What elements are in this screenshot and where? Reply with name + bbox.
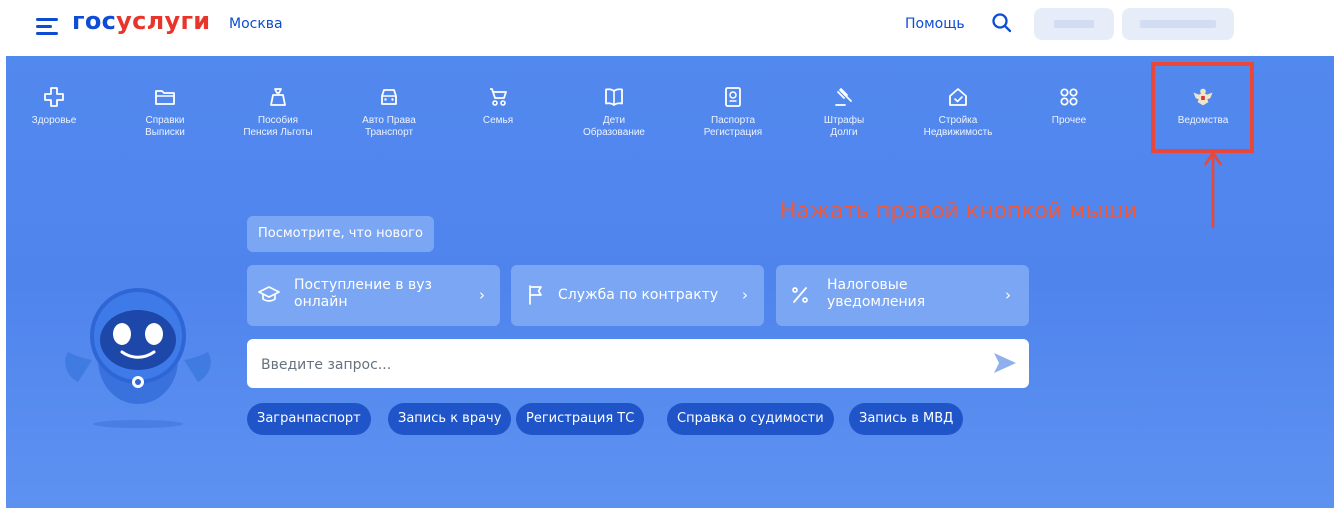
category-passports[interactable]: Паспорта Регистрация	[678, 85, 788, 139]
graduation-cap-icon	[258, 286, 280, 302]
annotation-text: Нажать правой кнопкой мыши	[780, 199, 1138, 224]
category-construction[interactable]: Стройка Недвижимость	[903, 85, 1013, 139]
flag-icon	[529, 285, 542, 305]
hero-banner: Здоровье Справки Выписки Пособия Пенсия …	[6, 56, 1334, 508]
quick-link-criminal-record[interactable]: Справка о судимости	[667, 403, 834, 435]
popular-card-label: Служба по контракту	[558, 287, 719, 303]
category-label: Пособия Пенсия Льготы	[243, 115, 313, 138]
blurred-user-button[interactable]	[1034, 8, 1114, 40]
stroller-icon	[490, 88, 507, 106]
book-icon	[605, 88, 623, 106]
category-children[interactable]: Дети Образование	[559, 85, 669, 139]
category-health[interactable]: Здоровье	[6, 85, 109, 127]
menu-icon[interactable]	[36, 16, 58, 36]
percent-icon	[792, 287, 808, 303]
chevron-right-icon: ›	[479, 286, 485, 304]
house-icon	[949, 88, 967, 106]
logo-text-uslugi: услуги	[116, 7, 211, 35]
category-documents[interactable]: Справки Выписки	[110, 85, 220, 139]
city-selector[interactable]: Москва	[229, 16, 283, 32]
car-icon	[381, 89, 397, 105]
category-label: Паспорта Регистрация	[703, 115, 763, 138]
grid-icon	[1060, 88, 1078, 106]
category-family[interactable]: Семья	[443, 85, 553, 127]
popular-card-university[interactable]: Поступление в вуз онлайн ›	[247, 265, 500, 326]
search-icon[interactable]	[990, 11, 1014, 35]
category-label: Авто Права Транспорт	[362, 115, 416, 138]
folder-icon	[155, 90, 175, 105]
gavel-icon	[835, 88, 852, 106]
popular-card-label: Налоговые уведомления	[827, 277, 926, 310]
quick-link-mvd[interactable]: Запись в МВД	[849, 403, 964, 435]
robot-mascot	[65, 288, 211, 428]
service-search-input[interactable]	[259, 350, 963, 379]
category-label: Справки Выписки	[145, 115, 185, 138]
money-bag-icon	[270, 88, 286, 106]
quick-link-doctor[interactable]: Запись к врачу	[388, 403, 512, 435]
category-fines[interactable]: Штрафы Долги	[789, 85, 899, 139]
category-auto[interactable]: Авто Права Транспорт	[334, 85, 444, 139]
category-label: Штрафы Долги	[823, 115, 865, 138]
top-header: госуслуги Москва Помощь	[0, 0, 1339, 56]
whats-new-button[interactable]: Посмотрите, что нового	[247, 216, 434, 252]
category-label: Прочее	[1051, 115, 1087, 126]
service-search-box	[247, 339, 1029, 388]
chevron-right-icon: ›	[1005, 286, 1011, 304]
category-label: Дети Образование	[583, 115, 645, 138]
passport-icon	[725, 87, 741, 107]
category-label: Стройка Недвижимость	[923, 115, 993, 138]
category-benefits[interactable]: Пособия Пенсия Льготы	[223, 85, 333, 139]
gosuslugi-logo[interactable]: госуслуги	[72, 7, 210, 35]
category-other[interactable]: Прочее	[1014, 85, 1124, 127]
popular-card-label: Поступление в вуз онлайн	[294, 277, 432, 310]
chevron-right-icon: ›	[742, 286, 748, 304]
popular-card-tax-notices[interactable]: Налоговые уведомления ›	[776, 265, 1029, 326]
arrow-up-icon	[1203, 152, 1223, 228]
category-label: Семья	[482, 115, 514, 126]
quick-link-passport[interactable]: Загранпаспорт	[247, 403, 371, 435]
blurred-profile-button[interactable]	[1122, 8, 1234, 40]
health-cross-icon	[44, 87, 64, 107]
logo-text-gos: гос	[72, 7, 117, 35]
help-link[interactable]: Помощь	[905, 16, 965, 32]
highlight-frame	[1151, 62, 1254, 153]
send-arrow-icon[interactable]	[992, 351, 1018, 375]
category-label: Здоровье	[31, 115, 77, 126]
popular-card-contract-service[interactable]: Служба по контракту ›	[511, 265, 764, 326]
quick-link-vehicle-registration[interactable]: Регистрация ТС	[516, 403, 645, 435]
